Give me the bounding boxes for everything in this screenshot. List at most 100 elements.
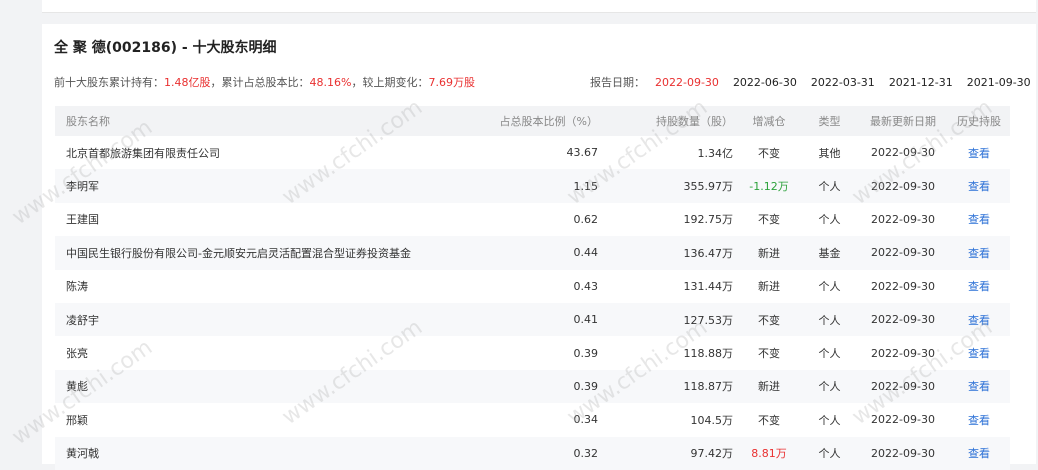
share-quantity: 118.87万 [606,369,737,404]
header-update-date: 最新更新日期 [858,106,948,136]
summary-total-shares: 1.48亿股 [164,76,211,89]
share-ratio: 0.39 [477,369,606,404]
view-history-link[interactable]: 查看 [968,213,990,226]
report-date-option[interactable]: 2022-06-30 [733,76,797,89]
table-row: 李明军 1.15 355.97万 -1.12万 个人 2022-09-30 查看 [55,169,1010,203]
report-date-selector: 报告日期： 2022-09-30 2022-06-30 2022-03-31 2021-… [590,74,1031,90]
share-ratio: 1.15 [477,169,606,203]
summary-change-label: ，较上期变化： [351,76,429,89]
share-quantity: 127.53万 [606,302,737,337]
holder-name: 邢颖 [66,413,88,427]
table-row: 黄河戟 0.32 97.42万 8.81万 个人 2022-09-30 查看 [55,436,1010,470]
view-history-link[interactable]: 查看 [968,247,990,260]
share-quantity: 1.34亿 [697,146,734,160]
holder-name: 王建国 [66,213,99,227]
position-change: 新进 [737,236,801,270]
report-date-option-active[interactable]: 2022-09-30 [655,76,719,89]
report-date-option[interactable]: 2021-12-31 [889,76,953,89]
position-change: 8.81万 [737,436,801,470]
holder-type: 个人 [818,280,841,294]
history-cell: 查看 [948,169,1010,203]
header-position-change: 增减仓 [737,106,801,136]
holder-name: 陈涛 [66,280,88,294]
holder-type: 其他 [818,146,841,160]
update-date: 2022-09-30 [858,369,948,404]
header-share-ratio: 占总股本比例（%） [477,106,606,136]
table-row: 陈涛 0.43 131.44万 新进 个人 2022-09-30 查看 [55,270,1010,303]
holder-name: 张亮 [66,347,88,361]
table-header-row: 股东名称 占总股本比例（%） 持股数量（股） 增减仓 类型 最新更新日期 历史持… [55,106,1010,136]
header-holder-type: 类型 [801,106,858,136]
holder-name: 黄彪 [55,369,477,404]
table-row: 张亮 0.39 118.88万 不变 个人 2022-09-30 查看 [55,336,1010,369]
view-history-link[interactable]: 查看 [968,347,990,360]
history-cell: 查看 [948,436,1010,470]
summary-change: 7.69万股 [428,76,475,89]
report-date-label: 报告日期： [590,76,645,89]
update-date: 2022-09-30 [858,169,948,203]
holder-type: 个人 [801,369,858,404]
report-date-option[interactable]: 2022-03-31 [811,76,875,89]
holder-type: 个人 [818,213,841,227]
holder-type: 个人 [818,347,841,361]
holder-name: 黄河戟 [55,436,477,470]
position-change: 不变 [758,213,780,227]
share-quantity: 136.47万 [606,236,737,270]
view-history-link[interactable]: 查看 [968,280,990,293]
share-ratio: 0.62 [573,212,599,226]
history-cell: 查看 [948,403,1010,436]
position-change: 新进 [758,280,780,294]
summary-prefix: 前十大股东累计持有： [54,76,164,89]
position-change: 不变 [758,347,780,361]
report-date-option[interactable]: 2021-09-30 [967,76,1031,89]
share-ratio: 0.44 [477,236,606,270]
shareholder-table: 股东名称 占总股本比例（%） 持股数量（股） 增减仓 类型 最新更新日期 历史持… [55,106,1010,470]
holder-type: 个人 [801,169,858,203]
update-date: 2022-09-30 [858,236,948,270]
share-quantity: 104.5万 [690,413,734,427]
view-history-link[interactable]: 查看 [968,380,990,393]
position-change: 新进 [737,369,801,404]
share-ratio: 0.43 [573,279,599,293]
share-quantity: 192.75万 [683,213,734,227]
holder-name: 李明军 [55,169,477,203]
header-share-quantity: 持股数量（股） [606,106,737,136]
header-holder-name: 股东名称 [55,106,477,136]
holder-name: 北京首都旅游集团有限责任公司 [66,146,220,160]
position-change: 不变 [758,146,780,160]
share-quantity: 131.44万 [683,280,734,294]
table-row: 黄彪 0.39 118.87万 新进 个人 2022-09-30 查看 [55,369,1010,404]
history-cell: 查看 [948,236,1010,270]
position-change: 不变 [737,302,801,337]
previous-card [42,0,1036,13]
table-row: 邢颖 0.34 104.5万 不变 个人 2022-09-30 查看 [55,403,1010,436]
table-row: 中国民生银行股份有限公司-金元顺安元启灵活配置混合型证券投资基金 0.44 13… [55,236,1010,270]
view-history-link[interactable]: 查看 [968,147,990,160]
update-date: 2022-09-30 [858,436,948,470]
page-title: 全 聚 德(002186) - 十大股东明细 [54,40,277,56]
history-cell: 查看 [948,270,1010,303]
holder-name: 凌舒宇 [55,302,477,337]
update-date: 2022-09-30 [871,212,935,226]
update-date: 2022-09-30 [871,346,935,360]
history-cell: 查看 [948,136,1010,169]
share-ratio: 0.41 [477,302,606,337]
share-ratio: 0.39 [573,346,599,360]
view-history-link[interactable]: 查看 [968,180,990,193]
share-quantity: 118.88万 [683,347,734,361]
update-date: 2022-09-30 [858,302,948,337]
share-ratio: 0.32 [477,436,606,470]
holder-type: 个人 [818,413,841,427]
view-history-link[interactable]: 查看 [968,314,990,327]
view-history-link[interactable]: 查看 [968,414,990,427]
holdings-summary: 前十大股东累计持有：1.48亿股，累计占总股本比：48.16%，较上期变化：7.… [54,74,475,90]
position-change: 不变 [758,413,780,427]
table-row: 北京首都旅游集团有限责任公司 43.67 1.34亿 不变 其他 2022-09… [55,136,1010,169]
view-history-link[interactable]: 查看 [968,447,990,460]
holder-name: 中国民生银行股份有限公司-金元顺安元启灵活配置混合型证券投资基金 [55,236,477,270]
history-cell: 查看 [948,369,1010,404]
history-cell: 查看 [948,336,1010,369]
table-body: 北京首都旅游集团有限责任公司 43.67 1.34亿 不变 其他 2022-09… [55,136,1010,470]
shareholder-card: 全 聚 德(002186) - 十大股东明细 前十大股东累计持有：1.48亿股，… [42,24,1036,470]
table-row: 王建国 0.62 192.75万 不变 个人 2022-09-30 查看 [55,203,1010,236]
